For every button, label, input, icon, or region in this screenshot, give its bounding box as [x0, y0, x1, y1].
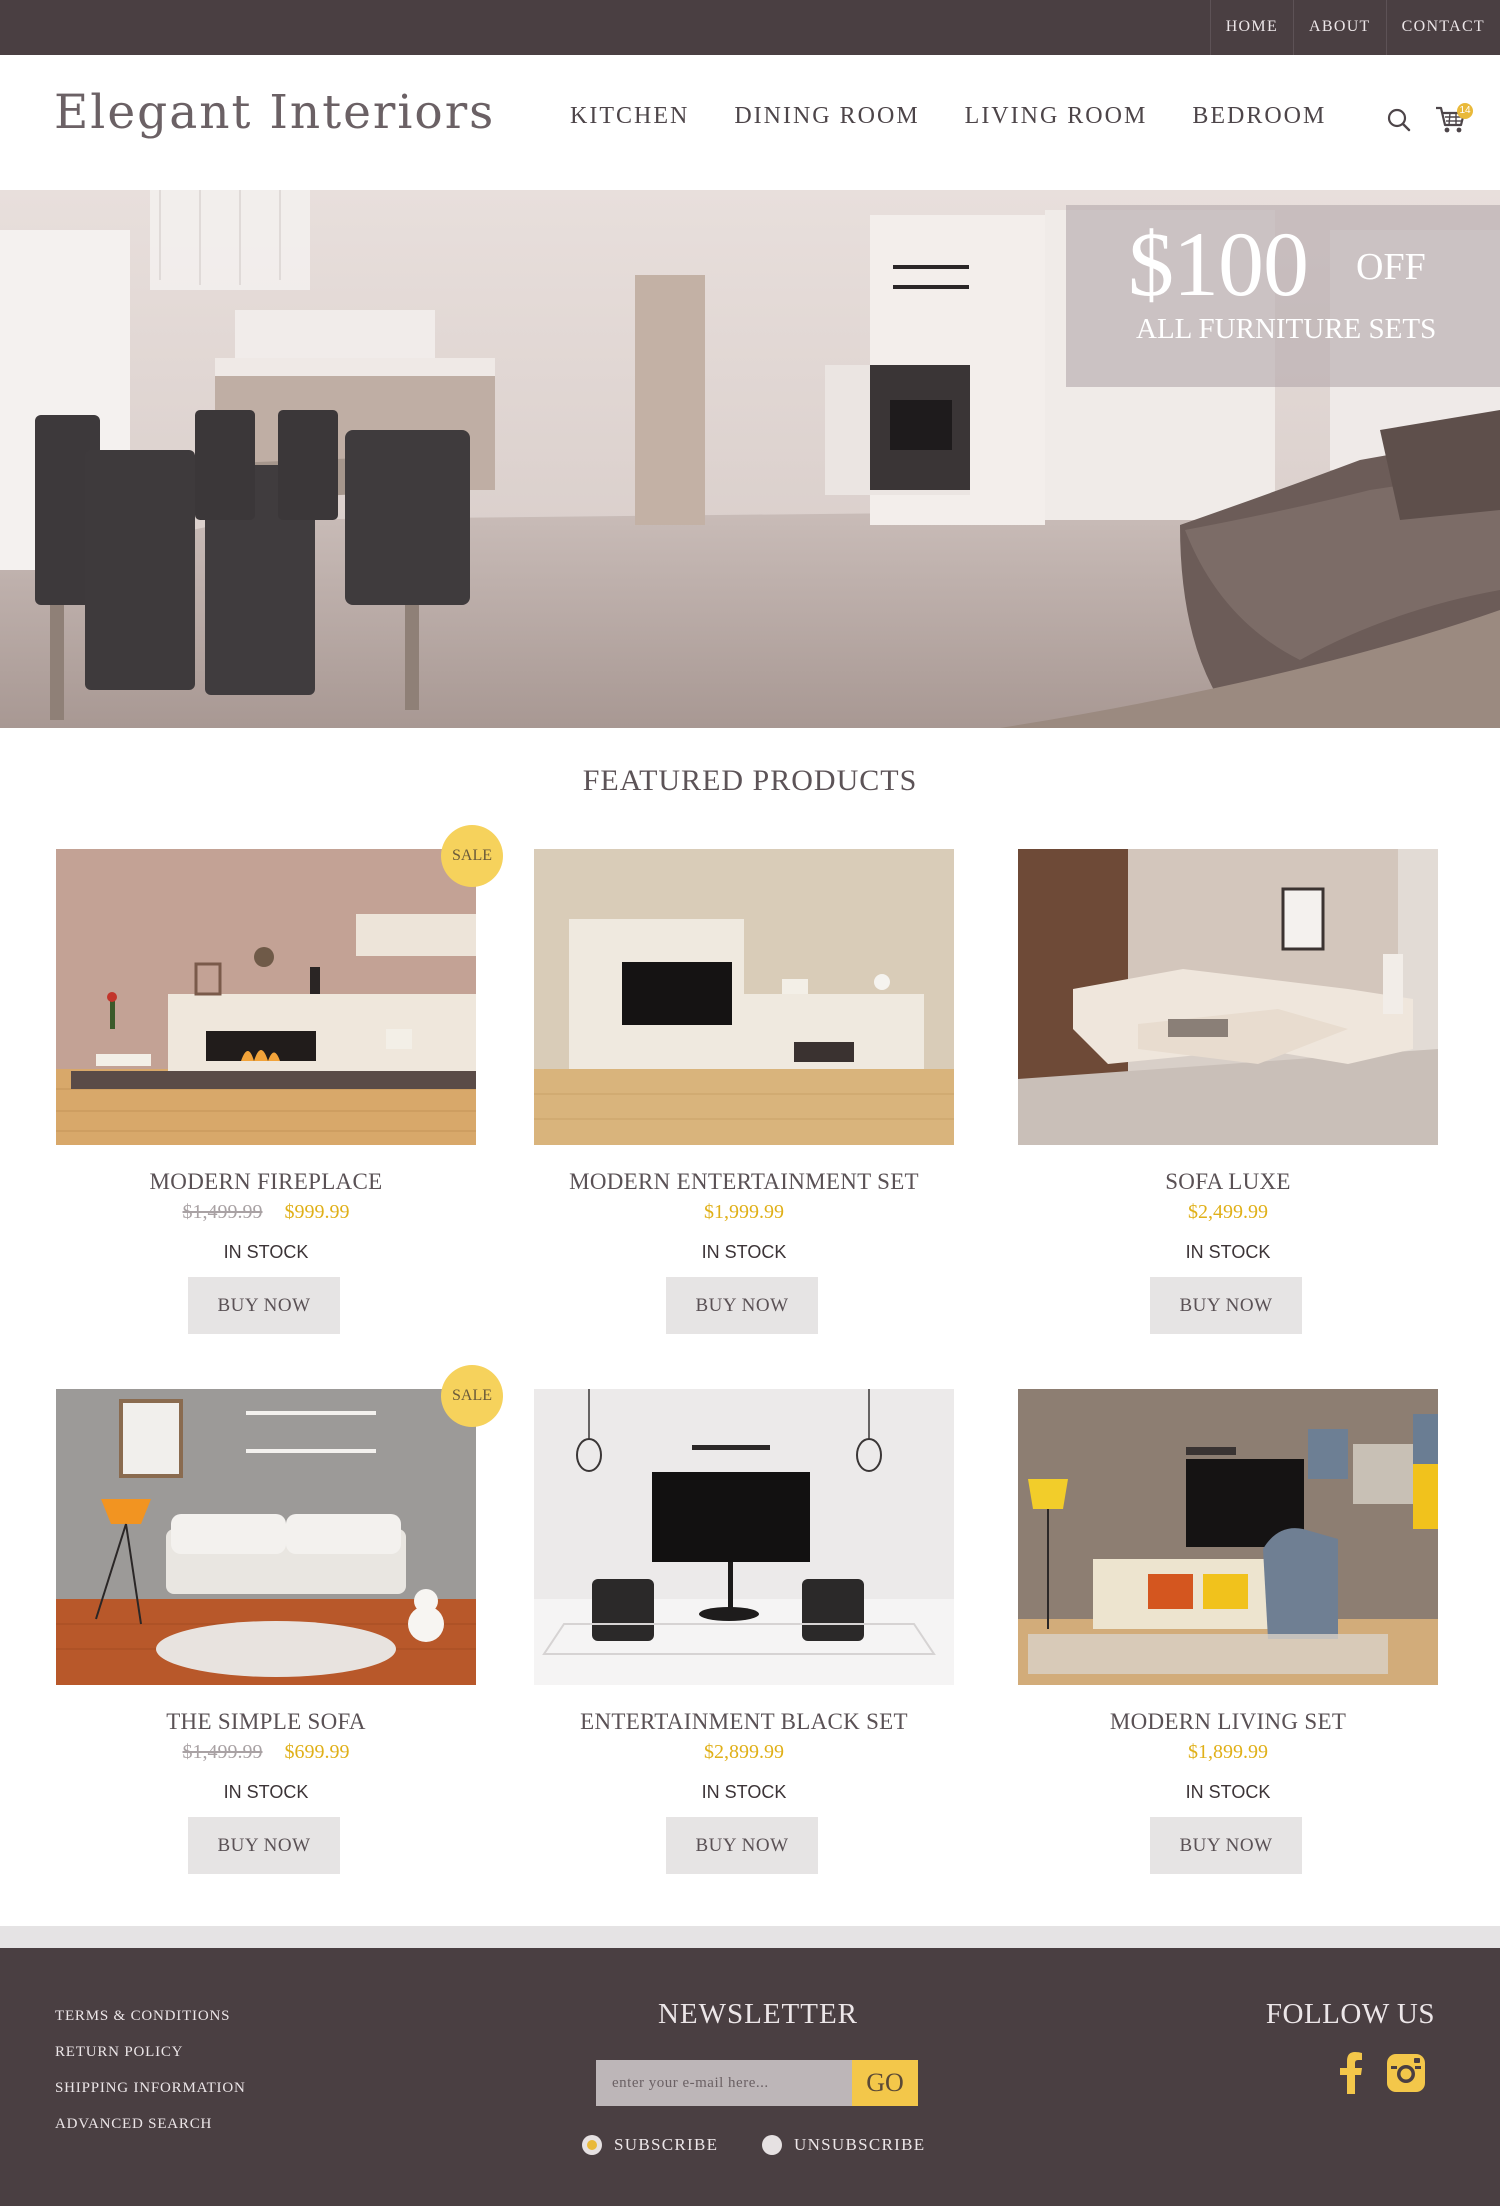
product-prices: $1,999.99	[534, 1201, 954, 1224]
stock-status: IN STOCK	[1185, 1782, 1271, 1802]
buy-now-button[interactable]: BUY NOW	[188, 1817, 340, 1874]
top-links: HOME ABOUT CONTACT	[1209, 0, 1500, 55]
featured-products-title: FEATURED PRODUCTS	[582, 764, 918, 797]
nav-living-room[interactable]: LIVING ROOM	[965, 103, 1148, 130]
unsubscribe-label: UNSUBSCRIBE	[794, 2135, 926, 2154]
promo-subtitle: ALL FURNITURE SETS	[1136, 313, 1437, 345]
product-name[interactable]: SOFA LUXE	[988, 1169, 1468, 1195]
nav-dining-room[interactable]: DINING ROOM	[734, 103, 919, 130]
product-name[interactable]: ENTERTAINMENT BLACK SET	[504, 1709, 984, 1735]
footer-links: TERMS & CONDITIONS RETURN POLICY SHIPPIN…	[55, 2008, 246, 2152]
instagram-icon[interactable]	[1385, 2052, 1427, 2094]
product-price: $1,999.99	[704, 1201, 784, 1223]
product-prices: $1,899.99	[1018, 1741, 1438, 1764]
buy-now-button[interactable]: BUY NOW	[188, 1277, 340, 1334]
product-image[interactable]	[534, 849, 954, 1145]
promo-off: OFF	[1356, 246, 1426, 288]
promo-box[interactable]: $100 OFF ALL FURNITURE SETS	[1066, 205, 1500, 387]
stock-status: IN STOCK	[701, 1242, 787, 1262]
top-link-about[interactable]: ABOUT	[1293, 0, 1386, 55]
product-old-price: $1,499.99	[182, 1201, 263, 1223]
product-price: $999.99	[284, 1201, 350, 1223]
buy-now-button[interactable]: BUY NOW	[1150, 1277, 1302, 1334]
newsletter-email-input[interactable]	[596, 2060, 852, 2106]
subscribe-label: SUBSCRIBE	[614, 2135, 719, 2154]
top-link-contact[interactable]: CONTACT	[1385, 0, 1500, 55]
site-footer: TERMS & CONDITIONS RETURN POLICY SHIPPIN…	[0, 1948, 1500, 2206]
footer-link-terms[interactable]: TERMS & CONDITIONS	[55, 2008, 246, 2025]
buy-now-button[interactable]: BUY NOW	[1150, 1817, 1302, 1874]
buy-now-button[interactable]: BUY NOW	[666, 1277, 818, 1334]
footer-link-advanced-search[interactable]: ADVANCED SEARCH	[55, 2116, 246, 2133]
radio-subscribe[interactable]	[582, 2135, 602, 2155]
newsletter-go-button[interactable]: GO	[852, 2060, 918, 2106]
product-name[interactable]: MODERN LIVING SET	[988, 1709, 1468, 1735]
main-nav: KITCHEN DINING ROOM LIVING ROOM BEDROOM	[570, 103, 1371, 130]
product-price: $2,899.99	[704, 1741, 784, 1763]
site-logo[interactable]: Elegant Interiors	[54, 85, 495, 140]
footer-divider	[0, 1926, 1500, 1948]
buy-now-button[interactable]: BUY NOW	[666, 1817, 818, 1874]
product-name[interactable]: MODERN FIREPLACE	[26, 1169, 506, 1195]
sale-badge: SALE	[441, 1365, 503, 1427]
newsletter-title: NEWSLETTER	[657, 1998, 859, 2030]
product-old-price: $1,499.99	[182, 1741, 263, 1763]
product-image[interactable]	[1018, 1389, 1438, 1685]
cart-count-badge: 14	[1457, 103, 1473, 119]
search-icon[interactable]	[1386, 107, 1412, 133]
product-name[interactable]: THE SIMPLE SOFA	[26, 1709, 506, 1735]
product-image[interactable]	[56, 1389, 476, 1685]
product-prices: $1,499.99 $699.99	[56, 1741, 476, 1764]
facebook-icon[interactable]	[1338, 2052, 1364, 2094]
stock-status: IN STOCK	[223, 1782, 309, 1802]
top-utility-bar: HOME ABOUT CONTACT	[0, 0, 1500, 55]
hero-banner[interactable]: $100 OFF ALL FURNITURE SETS	[0, 190, 1500, 728]
site-header: Elegant Interiors KITCHEN DINING ROOM LI…	[0, 55, 1500, 190]
nav-kitchen[interactable]: KITCHEN	[570, 103, 689, 130]
stock-status: IN STOCK	[701, 1782, 787, 1802]
product-prices: $2,499.99	[1018, 1201, 1438, 1224]
product-image[interactable]	[534, 1389, 954, 1685]
product-prices: $2,899.99	[534, 1741, 954, 1764]
stock-status: IN STOCK	[223, 1242, 309, 1262]
nav-bedroom[interactable]: BEDROOM	[1192, 103, 1326, 130]
footer-link-return-policy[interactable]: RETURN POLICY	[55, 2044, 246, 2061]
stock-status: IN STOCK	[1185, 1242, 1271, 1262]
promo-amount: $100	[1128, 213, 1309, 315]
product-price: $1,899.99	[1188, 1741, 1268, 1763]
top-link-home[interactable]: HOME	[1209, 0, 1293, 55]
product-name[interactable]: MODERN ENTERTAINMENT SET	[504, 1169, 984, 1195]
radio-unsubscribe[interactable]	[762, 2135, 782, 2155]
product-prices: $1,499.99 $999.99	[56, 1201, 476, 1224]
unsubscribe-option[interactable]: UNSUBSCRIBE	[762, 2135, 925, 2155]
sale-badge: SALE	[441, 825, 503, 887]
product-image[interactable]	[56, 849, 476, 1145]
subscribe-option[interactable]: SUBSCRIBE	[582, 2135, 718, 2155]
follow-us-title: FOLLOW US	[1265, 1998, 1435, 2030]
product-image[interactable]	[1018, 849, 1438, 1145]
product-price: $699.99	[284, 1741, 350, 1763]
product-price: $2,499.99	[1188, 1201, 1268, 1223]
footer-link-shipping[interactable]: SHIPPING INFORMATION	[55, 2080, 246, 2097]
